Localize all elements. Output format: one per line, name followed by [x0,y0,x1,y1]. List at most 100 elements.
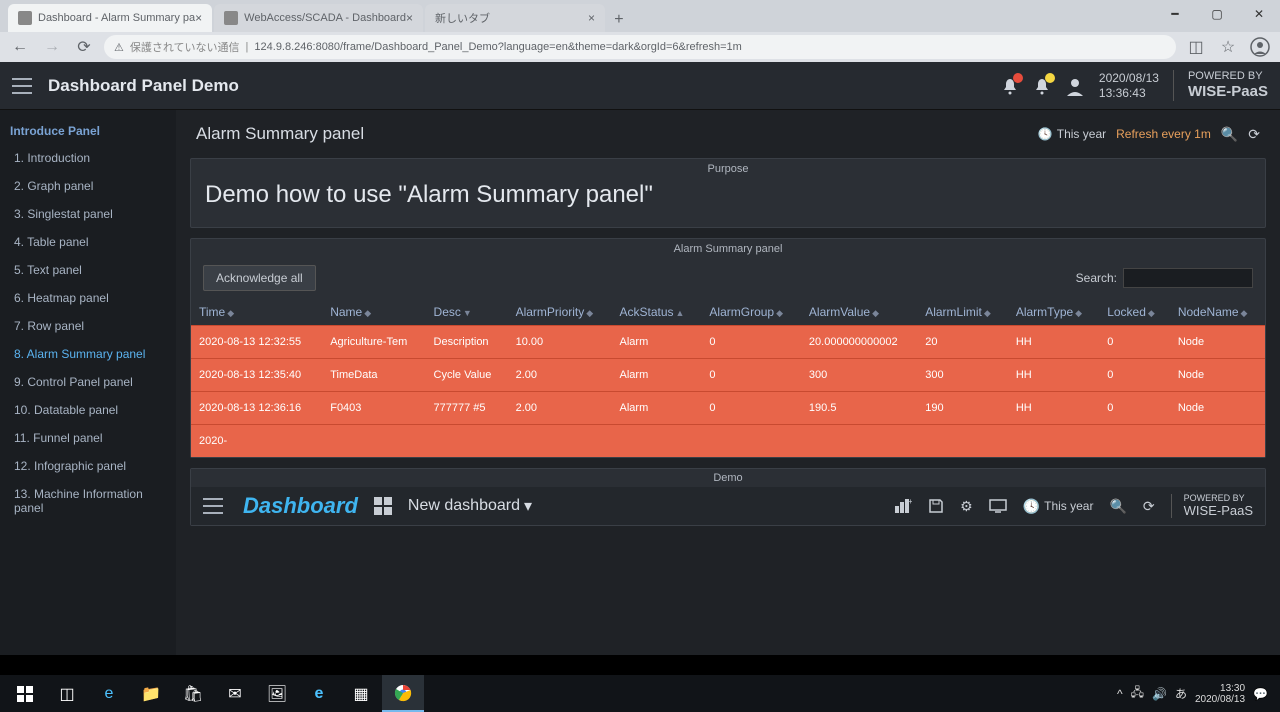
cell-node [1170,425,1265,458]
table-row[interactable]: 2020-08-13 12:36:16F0403777777 #52.00Ala… [191,392,1265,425]
url-input[interactable]: ⚠ 保護されていない通信 | 124.9.8.246:8080/frame/Da… [104,35,1176,59]
notification-bell-icon[interactable] [1001,77,1019,95]
file-explorer-icon[interactable]: 📁 [130,675,172,712]
col-value[interactable]: AlarmValue◆ [801,299,917,326]
tray-chevron-icon[interactable]: ^ [1117,687,1123,701]
menu-button[interactable] [203,498,223,514]
close-button[interactable]: ✕ [1238,0,1280,28]
col-priority[interactable]: AlarmPriority◆ [508,299,612,326]
sidebar-item-graph[interactable]: 2. Graph panel [0,172,176,200]
col-type[interactable]: AlarmType◆ [1008,299,1099,326]
col-limit[interactable]: AlarmLimit◆ [917,299,1008,326]
mail-icon[interactable]: ✉ [214,675,256,712]
powered-by: POWERED BY WISE-PaaS [1171,494,1253,518]
reload-button[interactable]: ⟳ [72,35,96,59]
table-row[interactable]: 2020-08-13 12:35:40TimeDataCycle Value2.… [191,359,1265,392]
minimize-button[interactable]: ━ [1154,0,1196,28]
forward-button[interactable]: → [40,35,64,59]
sidebar-item-machine-info[interactable]: 13. Machine Information panel [0,480,176,522]
new-tab-button[interactable]: + [607,8,631,32]
extension-icon[interactable]: ◫ [1184,35,1208,59]
maximize-button[interactable]: ▢ [1196,0,1238,28]
sidebar-item-alarm-summary[interactable]: 8. Alarm Summary panel [0,340,176,368]
sidebar-item-text[interactable]: 5. Text panel [0,256,176,284]
photos-icon[interactable]: 🖼 [256,675,298,712]
insecure-icon: ⚠ [114,41,124,54]
network-icon[interactable]: 🖧 [1131,683,1144,704]
col-name[interactable]: Name◆ [322,299,425,326]
panel-title-bar: Alarm Summary panel 🕓 This year Refresh … [190,120,1266,148]
header-date: 2020/08/13 [1099,71,1159,85]
browser-tab[interactable]: WebAccess/SCADA - Dashboard × [214,4,423,32]
table-row[interactable]: 2020- [191,425,1265,458]
grid-icon[interactable] [374,497,392,515]
refresh-icon[interactable]: ⟳ [1143,498,1155,515]
notification-bell-icon[interactable] [1033,77,1051,95]
sidebar-item-introduction[interactable]: 1. Introduction [0,144,176,172]
start-button[interactable] [4,675,46,712]
zoom-out-icon[interactable]: 🔍 [1221,126,1238,143]
back-button[interactable]: ← [8,35,32,59]
col-nodename[interactable]: NodeName◆ [1170,299,1265,326]
task-view-icon[interactable]: ◫ [46,675,88,712]
user-icon[interactable] [1065,76,1085,96]
search-input[interactable] [1123,268,1253,288]
profile-icon[interactable] [1248,35,1272,59]
sidebar-item-row[interactable]: 7. Row panel [0,312,176,340]
refresh-icon[interactable]: ⟳ [1248,126,1260,143]
zoom-out-icon[interactable]: 🔍 [1109,498,1126,515]
chrome-icon[interactable] [382,675,424,712]
cell-value: 20.000000000002 [801,326,917,359]
cell-group: 0 [701,359,801,392]
cell-locked: 0 [1099,359,1170,392]
close-tab-icon[interactable]: × [588,11,595,25]
sidebar-item-funnel[interactable]: 11. Funnel panel [0,424,176,452]
acknowledge-all-button[interactable]: Acknowledge all [203,265,316,291]
bookmark-icon[interactable]: ☆ [1216,35,1240,59]
cell-desc: 777777 #5 [426,392,508,425]
cell-name: F0403 [322,392,425,425]
col-locked[interactable]: Locked◆ [1099,299,1170,326]
cell-ack: Alarm [612,326,702,359]
close-tab-icon[interactable]: × [406,11,413,25]
main-content: Alarm Summary panel 🕓 This year Refresh … [176,110,1280,655]
table-row[interactable]: 2020-08-13 12:32:55Agriculture-TemDescri… [191,326,1265,359]
cell-node: Node [1170,359,1265,392]
col-desc[interactable]: Desc▼ [426,299,508,326]
settings-icon[interactable]: ⚙ [960,498,973,515]
time-range-picker[interactable]: 🕓 This year [1038,127,1106,141]
browser-tab[interactable]: Dashboard - Alarm Summary pa × [8,4,212,32]
add-panel-icon[interactable]: + [894,498,912,514]
cell-ack [612,425,702,458]
dashboard-name-dropdown[interactable]: New dashboard ▾ [408,496,532,516]
save-icon[interactable] [928,498,944,514]
app-icon[interactable]: ▦ [340,675,382,712]
cell-group: 0 [701,326,801,359]
time-range-picker[interactable]: 🕓 This year [1023,498,1094,515]
col-ackstatus[interactable]: AckStatus▲ [612,299,702,326]
tv-icon[interactable] [989,499,1007,513]
notifications-icon[interactable]: 💬 [1253,687,1268,701]
sidebar-item-control-panel[interactable]: 9. Control Panel panel [0,368,176,396]
sidebar-item-infographic[interactable]: 12. Infographic panel [0,452,176,480]
close-tab-icon[interactable]: × [195,11,202,25]
store-icon[interactable]: 🛍 [172,675,214,712]
sidebar-item-datatable[interactable]: 10. Datatable panel [0,396,176,424]
taskbar-clock[interactable]: 13:30 2020/08/13 [1195,683,1245,705]
col-group[interactable]: AlarmGroup◆ [701,299,801,326]
cell-limit [917,425,1008,458]
cell-type: HH [1008,392,1099,425]
refresh-interval[interactable]: Refresh every 1m [1116,127,1211,141]
edge-icon[interactable]: e [88,675,130,712]
favicon-icon [18,11,32,25]
sidebar-item-heatmap[interactable]: 6. Heatmap panel [0,284,176,312]
col-time[interactable]: Time◆ [191,299,322,326]
sidebar-item-singlestat[interactable]: 3. Singlestat panel [0,200,176,228]
ime-icon[interactable]: あ [1175,685,1187,702]
cell-locked: 0 [1099,326,1170,359]
browser-tab[interactable]: 新しいタブ × [425,4,605,32]
menu-button[interactable] [12,78,32,94]
ie-icon[interactable]: e [298,675,340,712]
volume-icon[interactable]: 🔊 [1152,687,1167,701]
sidebar-item-table[interactable]: 4. Table panel [0,228,176,256]
